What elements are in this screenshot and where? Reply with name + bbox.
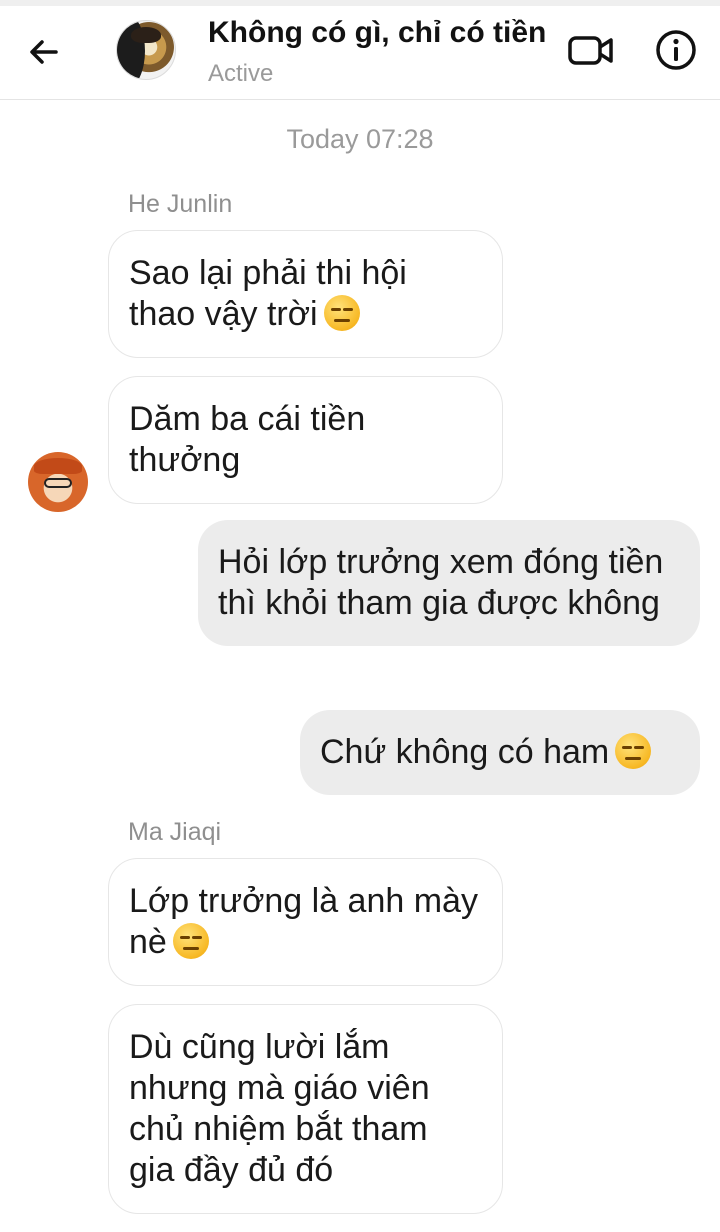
message-text: Sao lại phải thi hội thao vậy trời (129, 254, 407, 333)
chat-avatar[interactable] (116, 20, 176, 80)
sender-avatar[interactable] (28, 452, 88, 512)
message-text: Chứ không có ham (320, 733, 610, 771)
conversation-timestamp: Today 07:28 (286, 124, 434, 154)
message-text: Dù cũng lười lắm nhưng mà giáo viên chủ … (129, 1028, 430, 1189)
chat-status: Active (208, 60, 274, 87)
chat-title[interactable]: Không có gì, chỉ có tiền (208, 16, 546, 50)
expressionless-face-emoji-icon (323, 295, 360, 331)
info-icon (656, 30, 696, 70)
message-text: Hỏi lớp trưởng xem đóng tiền thì khỏi th… (218, 543, 664, 622)
back-button[interactable] (22, 30, 66, 74)
sender-name: Ma Jiaqi (128, 818, 222, 846)
message-bubble[interactable]: Sao lại phải thi hội thao vậy trời (108, 230, 503, 358)
message-bubble[interactable]: Dù cũng lười lắm nhưng mà giáo viên chủ … (108, 1004, 503, 1214)
message-bubble[interactable]: Lớp trưởng là anh mày nè (108, 858, 503, 986)
chat-header: Không có gì, chỉ có tiền Active (0, 0, 720, 100)
video-camera-icon (568, 36, 613, 65)
sender-name: He Junlin (128, 190, 233, 218)
status-bar-strip (0, 0, 720, 6)
expressionless-face-emoji-icon (172, 923, 209, 959)
arrow-left-icon (30, 40, 58, 64)
message-text: Dăm ba cái tiền thưởng (129, 400, 366, 479)
message-bubble-outgoing[interactable]: Hỏi lớp trưởng xem đóng tiền thì khỏi th… (198, 520, 700, 646)
message-bubble[interactable]: Dăm ba cái tiền thưởng (108, 376, 503, 504)
info-button[interactable] (654, 28, 698, 72)
expressionless-face-emoji-icon (615, 733, 652, 769)
video-call-button[interactable] (566, 28, 616, 72)
message-bubble-outgoing[interactable]: Chứ không có ham (300, 710, 700, 795)
